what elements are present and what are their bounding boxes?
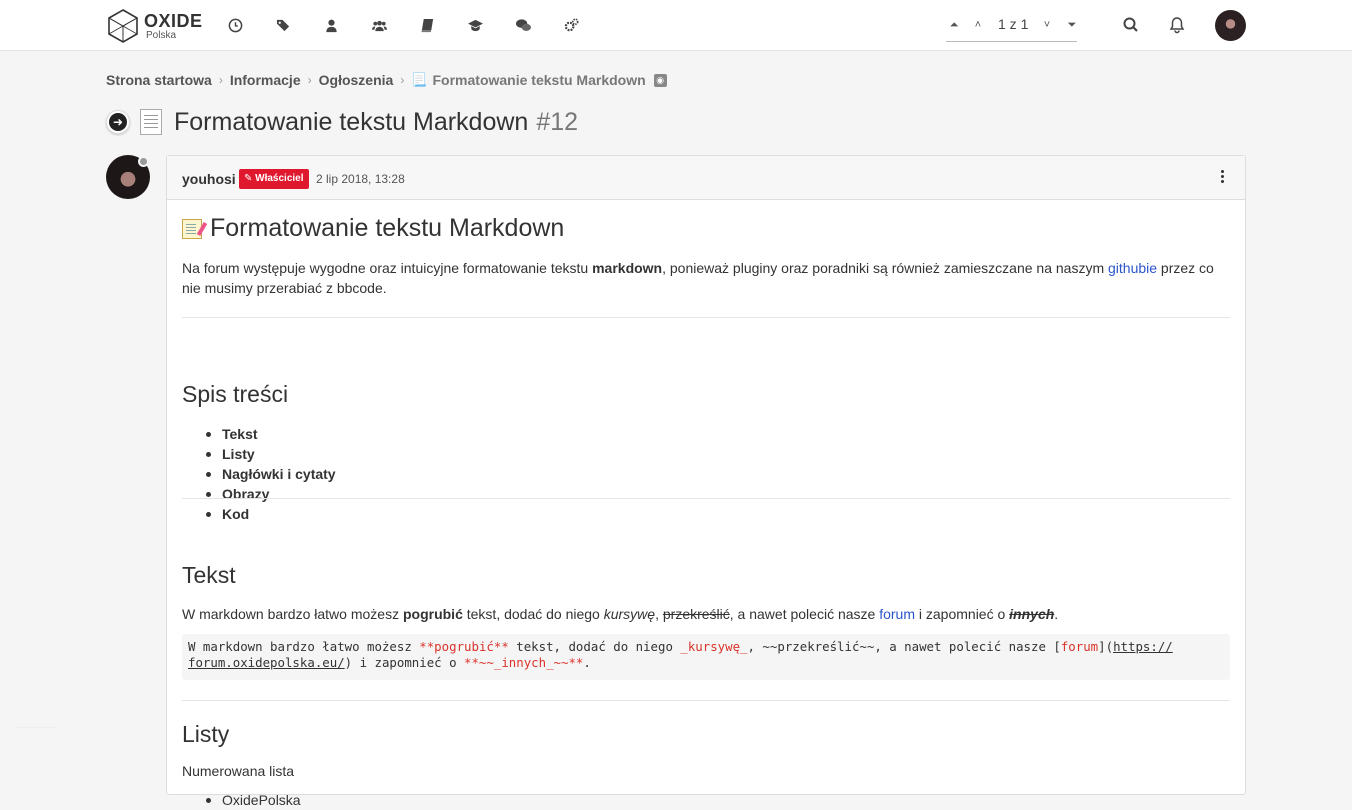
tekst-text: , a nawet polecić nasze [729,606,880,622]
code-italic: _kursywę_ [680,639,748,654]
top-navbar: OXIDE Polska ⏶ ˄ 1 z 1 ˅ ⏷ [0,0,1352,51]
listy-subtitle: Numerowana lista [182,763,295,779]
code-text: , ~~przekreślić~~, a nawet polecić nasze… [747,639,1061,654]
github-link[interactable]: githubie [1108,260,1157,276]
memo-icon [182,218,202,239]
clock-icon[interactable] [225,15,245,35]
user-avatar[interactable] [1215,10,1246,41]
breadcrumb-current-label: Formatowanie tekstu Markdown [432,72,646,88]
user-icon[interactable] [321,15,341,35]
code-link-text: forum [1060,639,1099,654]
last-page-icon[interactable]: ⏷ [1065,17,1079,33]
logo-subtitle: Polska [146,29,177,41]
toc-item[interactable]: Tekst [206,424,336,444]
list-item: OxidePolska [206,792,301,808]
code-combo: **~~_innych_~~** [464,655,584,670]
chevron-right-icon: › [307,73,312,87]
intro-paragraph: Na forum występuje wygodne oraz intuicyj… [182,258,1222,298]
code-text: ]( [1098,639,1114,654]
tekst-text: W markdown bardzo łatwo możesz [182,606,403,622]
code-url: forum.oxidepolska.eu/ [188,655,345,670]
watch-button[interactable]: ➜ [106,110,130,134]
tekst-bold-italic-strike: innych [1009,606,1055,622]
toc-item[interactable]: Obrazy [206,484,336,504]
toc-item[interactable]: Kod [206,504,336,524]
code-text: . [583,655,591,670]
post-timestamp[interactable]: 2 lip 2018, 13:28 [316,172,405,186]
code-text: ) i zapomnieć o [344,655,465,670]
toc-item[interactable]: Listy [206,444,336,464]
topic-title: ➜ Formatowanie tekstu Markdown #12 [106,106,578,138]
bell-icon[interactable] [1168,16,1186,34]
tekst-heading: Tekst [182,562,236,588]
search-icon[interactable] [1122,16,1140,34]
listy-list: OxidePolska [206,790,301,810]
code-bold: **pogrubić** [419,639,509,654]
breadcrumb-current: 📃 Formatowanie tekstu Markdown ◉ [411,72,667,88]
document-icon: 📃 [411,72,428,87]
divider [182,317,1230,318]
tekst-text: tekst, dodać do niego [462,606,604,622]
chevron-right-icon: › [400,73,405,87]
code-text: W markdown bardzo łatwo możesz [188,639,420,654]
breadcrumb-informacje[interactable]: Informacje [230,72,301,88]
toc-heading: Spis treści [182,381,289,407]
book-icon[interactable] [417,15,437,35]
listy-heading: Listy [182,721,230,747]
tekst-strike: przekreślić [662,606,730,622]
post: youhosi ✎ Właściciel 2 lip 2018, 13:28 F… [166,155,1246,808]
page-indicator: 1 z 1 [998,16,1029,32]
post-author[interactable]: youhosi [182,171,236,187]
post-header: youhosi ✎ Właściciel 2 lip 2018, 13:28 [167,156,1245,200]
tekst-paragraph: W markdown bardzo łatwo możesz pogrubić … [182,604,1222,624]
divider [182,498,1230,499]
offline-status-indicator [138,156,149,167]
users-icon[interactable] [369,15,389,35]
tekst-text: i zapomnieć o [915,606,1010,622]
code-text: tekst, dodać do niego [508,639,681,654]
document-icon [140,109,162,135]
breadcrumb-ogloszenia[interactable]: Ogłoszenia [319,72,394,88]
rss-icon[interactable]: ◉ [653,73,667,87]
first-page-icon[interactable]: ⏶ [947,17,961,33]
logo[interactable]: OXIDE Polska [106,9,203,43]
logo-icon [108,9,138,43]
divider [182,700,1230,701]
chevron-right-icon: › [218,73,223,87]
toc-item[interactable]: Nagłówki i cytaty [206,464,336,484]
graduation-cap-icon[interactable] [465,15,485,35]
wechat-icon[interactable] [513,15,533,35]
topic-title-text: Formatowanie tekstu Markdown [174,107,529,136]
tekst-bold: pogrubić [402,606,463,622]
tekst-text: . [1054,606,1059,622]
topic-number: #12 [536,107,579,136]
code-block: W markdown bardzo łatwo możesz **pogrubi… [182,634,1230,680]
breadcrumb-home[interactable]: Strona startowa [106,72,212,88]
arrow-right-circle-icon: ➜ [109,113,127,131]
logo-title: OXIDE [144,10,203,31]
next-page-icon[interactable]: ˅ [1040,17,1054,33]
pagination: ⏶ ˄ 1 z 1 ˅ ⏷ [946,14,1077,42]
forum-link[interactable]: forum [879,606,915,622]
owner-badge: ✎ Właściciel [239,169,309,189]
divider [16,727,56,728]
post-heading-text: Formatowanie tekstu Markdown [210,214,565,242]
tekst-italic: kursywę [603,606,656,622]
breadcrumb: Strona startowa › Informacje › Ogłoszeni… [106,71,667,89]
intro-text: , ponieważ pluginy oraz poradniki są rów… [662,260,1108,276]
intro-bold: markdown [592,260,663,276]
post-heading: Formatowanie tekstu Markdown [182,214,564,243]
toc-list: Tekst Listy Nagłówki i cytaty Obrazy Kod [206,424,336,524]
code-url: https:// [1113,639,1173,654]
cogs-icon[interactable] [561,15,581,35]
post-menu-icon[interactable] [1221,170,1225,184]
tekst-text: , [655,606,663,622]
previous-page-icon[interactable]: ˄ [971,17,985,33]
intro-text: Na forum występuje wygodne oraz intuicyj… [182,260,593,276]
tags-icon[interactable] [273,15,293,35]
